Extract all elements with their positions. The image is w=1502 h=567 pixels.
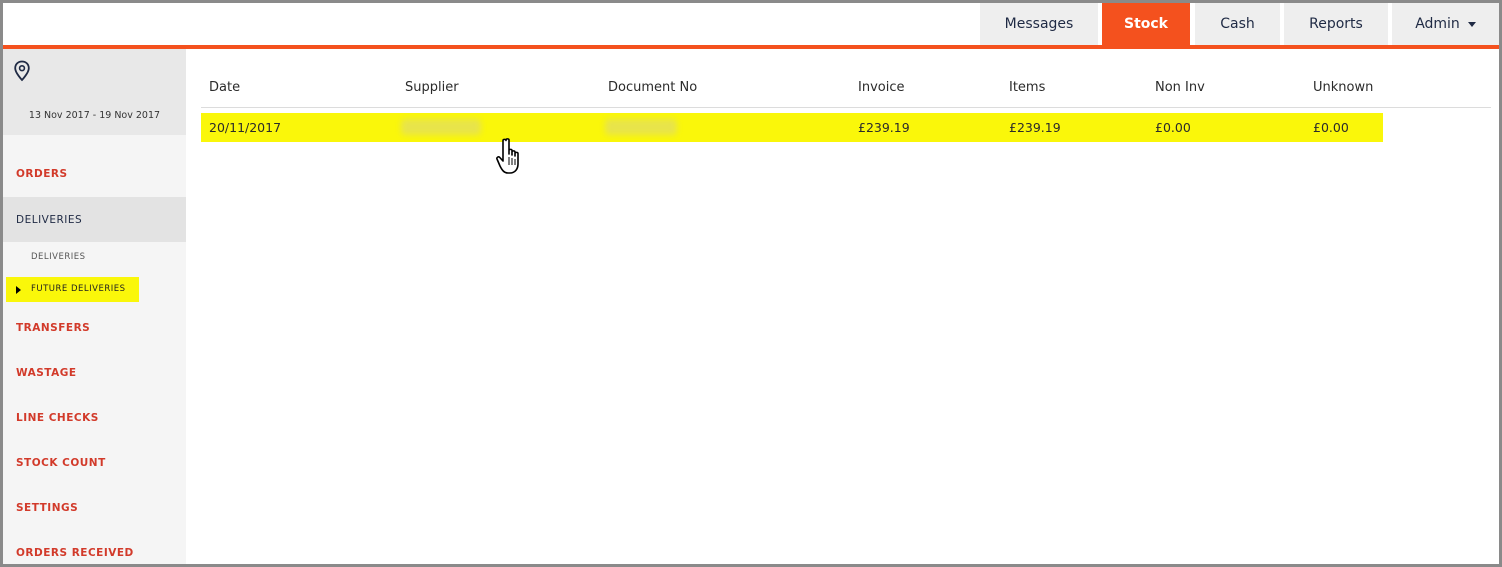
chevron-down-icon [1467, 21, 1476, 27]
sidebar-item-deliveries[interactable]: DELIVERIES [3, 197, 186, 242]
sidebar-item-label: SETTINGS [16, 501, 79, 514]
sidebar-item-label: DELIVERIES [16, 213, 83, 226]
sidebar-item-wastage[interactable]: WASTAGE [3, 350, 186, 395]
tab-label: Messages [1004, 16, 1074, 32]
column-header-non-inv[interactable]: Non Inv [1155, 80, 1205, 95]
sidebar-item-orders-received[interactable]: ORDERS RECEIVED [3, 530, 186, 564]
tab-cash[interactable]: Cash [1195, 3, 1280, 45]
tab-stock[interactable]: Stock [1102, 3, 1190, 45]
tab-label: Stock [1123, 16, 1168, 32]
sidebar-item-label: LINE CHECKS [16, 411, 99, 424]
top-nav: Messages Stock Cash Reports Admin [3, 3, 1499, 45]
tab-label: Reports [1309, 16, 1363, 32]
column-header-unknown[interactable]: Unknown [1313, 80, 1373, 95]
tab-label: Cash [1220, 16, 1255, 32]
sidebar-item-label: STOCK COUNT [16, 456, 106, 469]
location-panel: 13 Nov 2017 - 19 Nov 2017 [3, 49, 186, 135]
sidebar-subitem-deliveries[interactable]: DELIVERIES [31, 252, 86, 262]
tab-messages[interactable]: Messages [980, 3, 1098, 45]
tab-reports[interactable]: Reports [1284, 3, 1388, 45]
nav-accent-bar [3, 45, 1499, 49]
column-header-document-no[interactable]: Document No [608, 80, 697, 95]
sidebar-item-label: ORDERS [16, 167, 68, 180]
cell-document-no-redacted [605, 119, 677, 135]
sidebar-item-settings[interactable]: SETTINGS [3, 485, 186, 530]
column-header-invoice[interactable]: Invoice [858, 80, 904, 95]
cell-invoice: £239.19 [858, 120, 910, 135]
sidebar: 13 Nov 2017 - 19 Nov 2017 ORDERS DELIVER… [3, 49, 186, 564]
sidebar-item-label: WASTAGE [16, 366, 77, 379]
sidebar-item-line-checks[interactable]: LINE CHECKS [3, 395, 186, 440]
cell-unknown: £0.00 [1313, 120, 1349, 135]
cell-supplier-redacted [401, 119, 481, 135]
column-header-date[interactable]: Date [209, 80, 240, 95]
table-row[interactable] [201, 113, 1383, 142]
tab-admin[interactable]: Admin [1392, 3, 1499, 45]
cell-non-inv: £0.00 [1155, 120, 1191, 135]
caret-right-icon [16, 286, 21, 294]
cell-date: 20/11/2017 [209, 120, 282, 135]
app-window: Messages Stock Cash Reports Admin 13 Nov… [0, 0, 1502, 567]
sidebar-item-stock-count[interactable]: STOCK COUNT [3, 440, 186, 485]
column-header-items[interactable]: Items [1009, 80, 1045, 95]
date-range[interactable]: 13 Nov 2017 - 19 Nov 2017 [3, 110, 186, 121]
sidebar-subitem-future-deliveries[interactable]: FUTURE DELIVERIES [31, 284, 126, 294]
sidebar-item-transfers[interactable]: TRANSFERS [3, 305, 186, 350]
sidebar-item-orders[interactable]: ORDERS [3, 151, 186, 196]
column-header-supplier[interactable]: Supplier [405, 80, 459, 95]
sidebar-item-label: TRANSFERS [16, 321, 91, 334]
sidebar-item-label: ORDERS RECEIVED [16, 546, 134, 559]
header-divider [201, 107, 1491, 108]
hand-pointer-icon [496, 138, 519, 174]
cell-items: £239.19 [1009, 120, 1061, 135]
map-pin-icon[interactable] [13, 60, 31, 82]
tab-label: Admin [1415, 16, 1460, 32]
